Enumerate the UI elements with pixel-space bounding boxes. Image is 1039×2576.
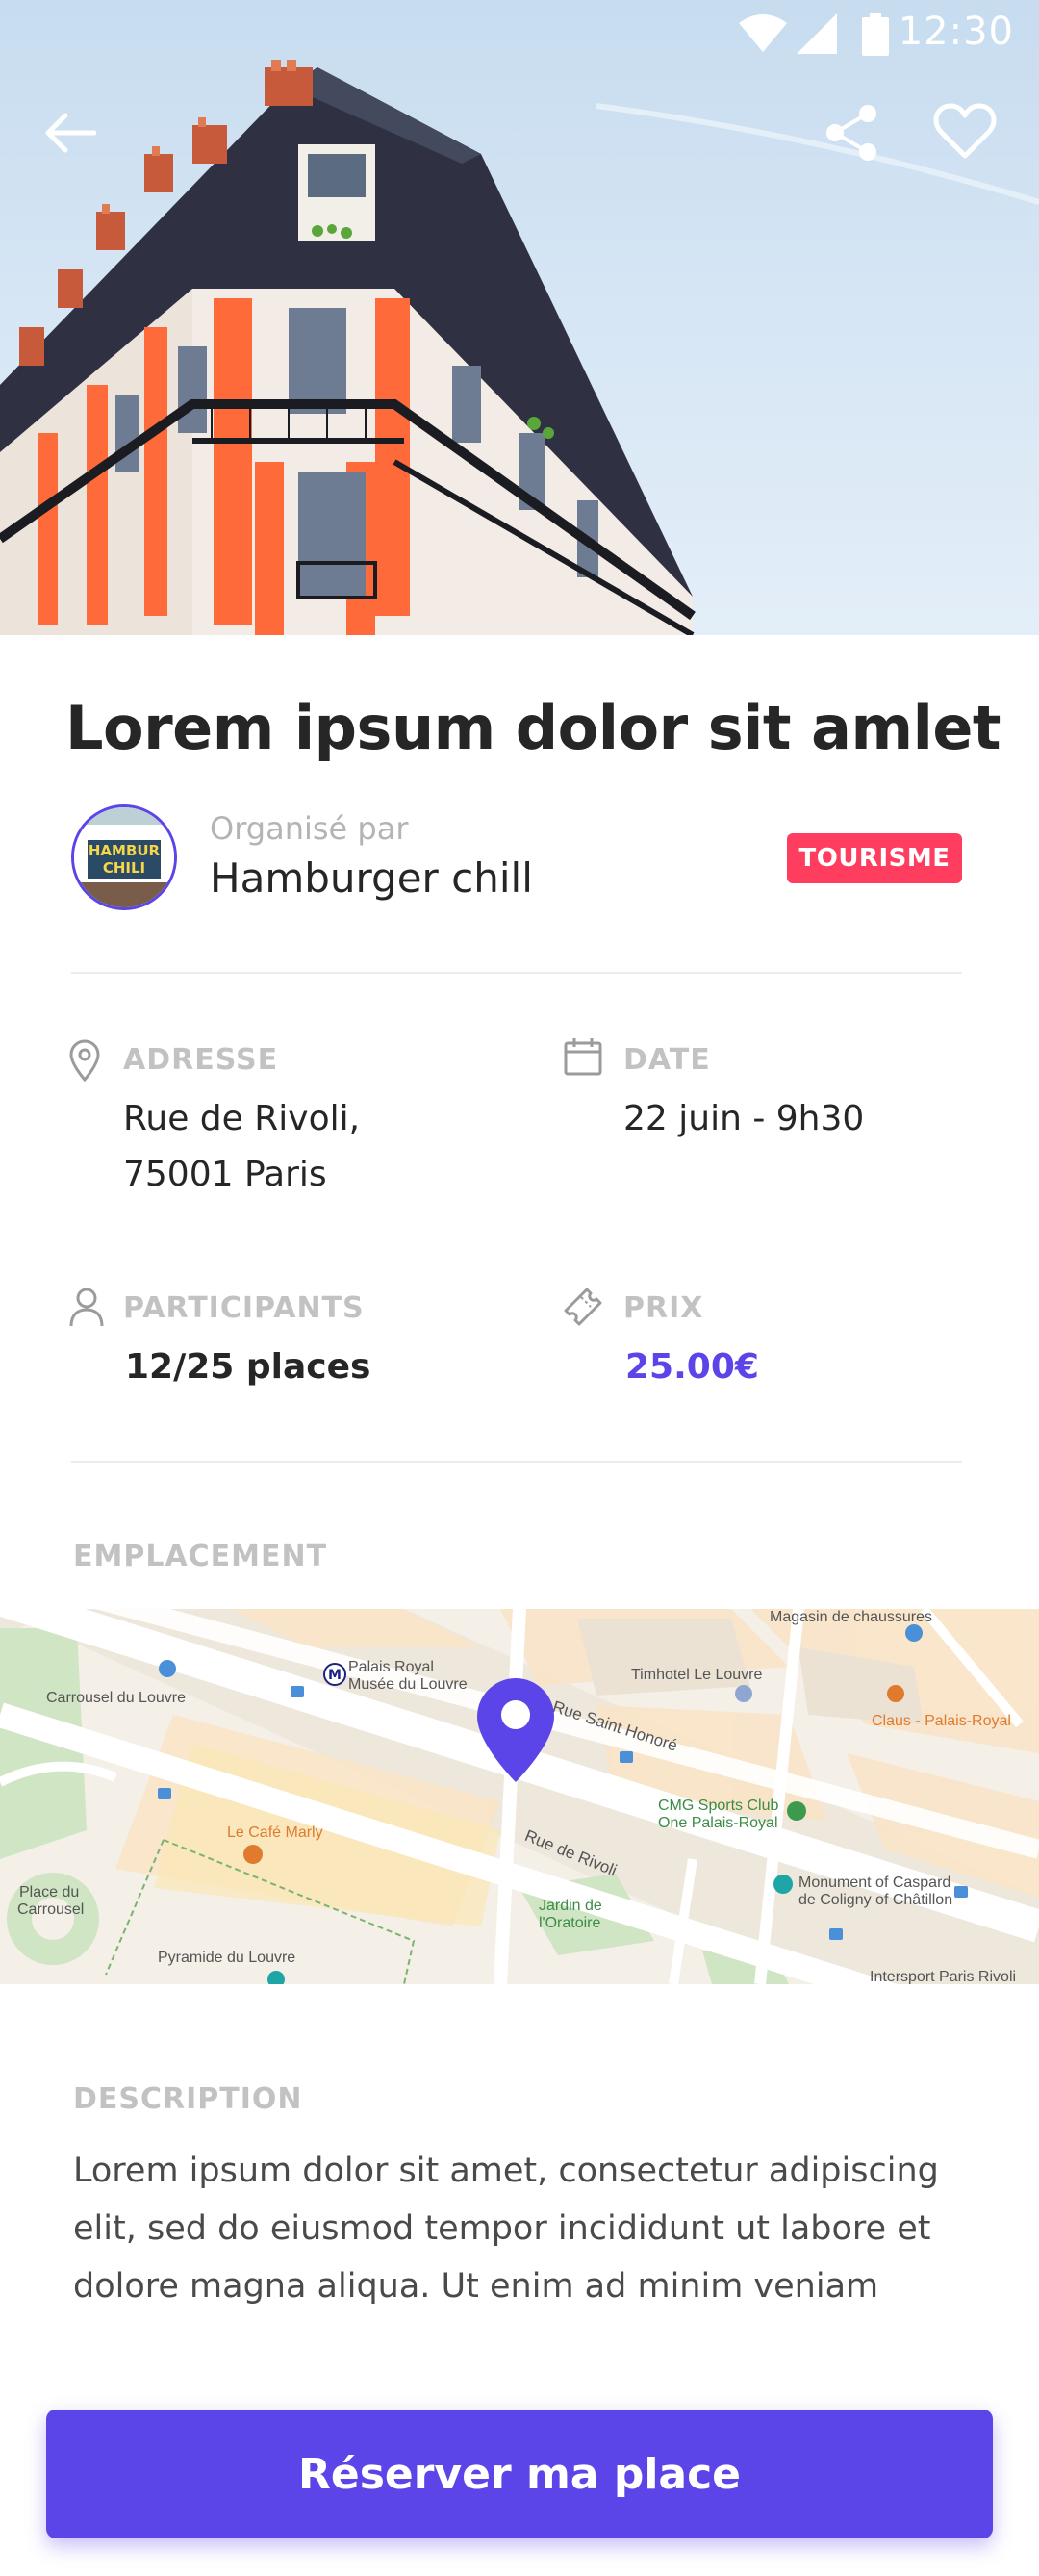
- price-value: 25.00€: [625, 1347, 759, 1387]
- favorite-button[interactable]: [919, 85, 1011, 177]
- avatar-text-2: CHILI: [103, 859, 145, 877]
- map-label: Palais Royal: [348, 1659, 434, 1675]
- map-label: Magasin de chaussures: [770, 1609, 932, 1625]
- map-label: Le Café Marly: [227, 1824, 323, 1841]
- map-label: Intersport Paris Rivoli: [870, 1969, 1017, 1984]
- map-label: Timhotel Le Louvre: [631, 1667, 763, 1683]
- wifi-icon: [739, 14, 787, 52]
- divider: [71, 1461, 962, 1463]
- description-section-label: DESCRIPTION: [73, 2082, 303, 2116]
- description-text: Lorem ipsum dolor sit amet, consectetur …: [73, 2152, 939, 2306]
- date-value: 22 juin - 9h30: [623, 1099, 865, 1138]
- hero-image: 12:30: [0, 0, 1039, 635]
- map-label: Claus - Palais-Royal: [872, 1713, 1011, 1729]
- map-label: Carrousel du Louvre: [46, 1690, 186, 1706]
- ticket-icon: [564, 1288, 602, 1326]
- event-title: Lorem ipsum dolor sit amlet: [65, 693, 1001, 763]
- map-label: CMG Sports Club: [658, 1798, 779, 1814]
- battery-icon: [862, 13, 889, 56]
- category-tag: TOURISME: [787, 833, 962, 883]
- map-label: One Palais-Royal: [658, 1815, 778, 1831]
- price-label: PRIX: [623, 1291, 704, 1325]
- map-label: Pyramide du Louvre: [158, 1950, 296, 1966]
- address-line1: Rue de Rivoli,: [123, 1099, 361, 1138]
- map-drawing: M: [0, 1609, 1039, 1984]
- signal-icon: [797, 13, 837, 54]
- organizer-label: Organisé par: [210, 810, 409, 847]
- location-map[interactable]: M Magasin de chaussures Palais Royal Mus…: [0, 1609, 1039, 1984]
- map-label: Jardin de: [539, 1898, 602, 1914]
- share-button[interactable]: [806, 87, 899, 179]
- calendar-icon: [564, 1038, 602, 1076]
- map-label: l'Oratoire: [539, 1915, 601, 1931]
- map-label: Place du: [19, 1884, 80, 1900]
- date-label: DATE: [623, 1043, 711, 1077]
- share-icon: [826, 105, 876, 161]
- user-icon: [69, 1288, 104, 1327]
- divider: [71, 972, 962, 974]
- location-pin-icon: [69, 1039, 100, 1082]
- heart-icon: [933, 103, 997, 159]
- organizer-avatar[interactable]: HAMBUR CHILI: [71, 804, 177, 910]
- participants-value: 12/25 places: [125, 1347, 371, 1387]
- status-time: 12:30: [898, 10, 1014, 54]
- avatar-text-1: HAMBUR: [89, 842, 161, 859]
- participants-label: PARTICIPANTS: [123, 1291, 365, 1325]
- status-bar: 12:30: [0, 0, 1039, 69]
- reserve-button[interactable]: Réserver ma place: [46, 2410, 993, 2538]
- address-label: ADRESSE: [123, 1043, 279, 1077]
- organizer-name[interactable]: Hamburger chill: [210, 854, 533, 902]
- map-label: Monument of Caspard: [798, 1875, 951, 1891]
- address-line2: 75001 Paris: [123, 1155, 327, 1194]
- metro-icon: M: [328, 1668, 342, 1683]
- back-arrow-icon: [45, 113, 96, 153]
- back-button[interactable]: [23, 87, 115, 179]
- map-label: Musée du Louvre: [348, 1676, 468, 1693]
- map-label: Carrousel: [17, 1901, 85, 1918]
- location-section-label: EMPLACEMENT: [73, 1540, 328, 1573]
- map-label: de Coligny of Châtillon: [798, 1892, 953, 1908]
